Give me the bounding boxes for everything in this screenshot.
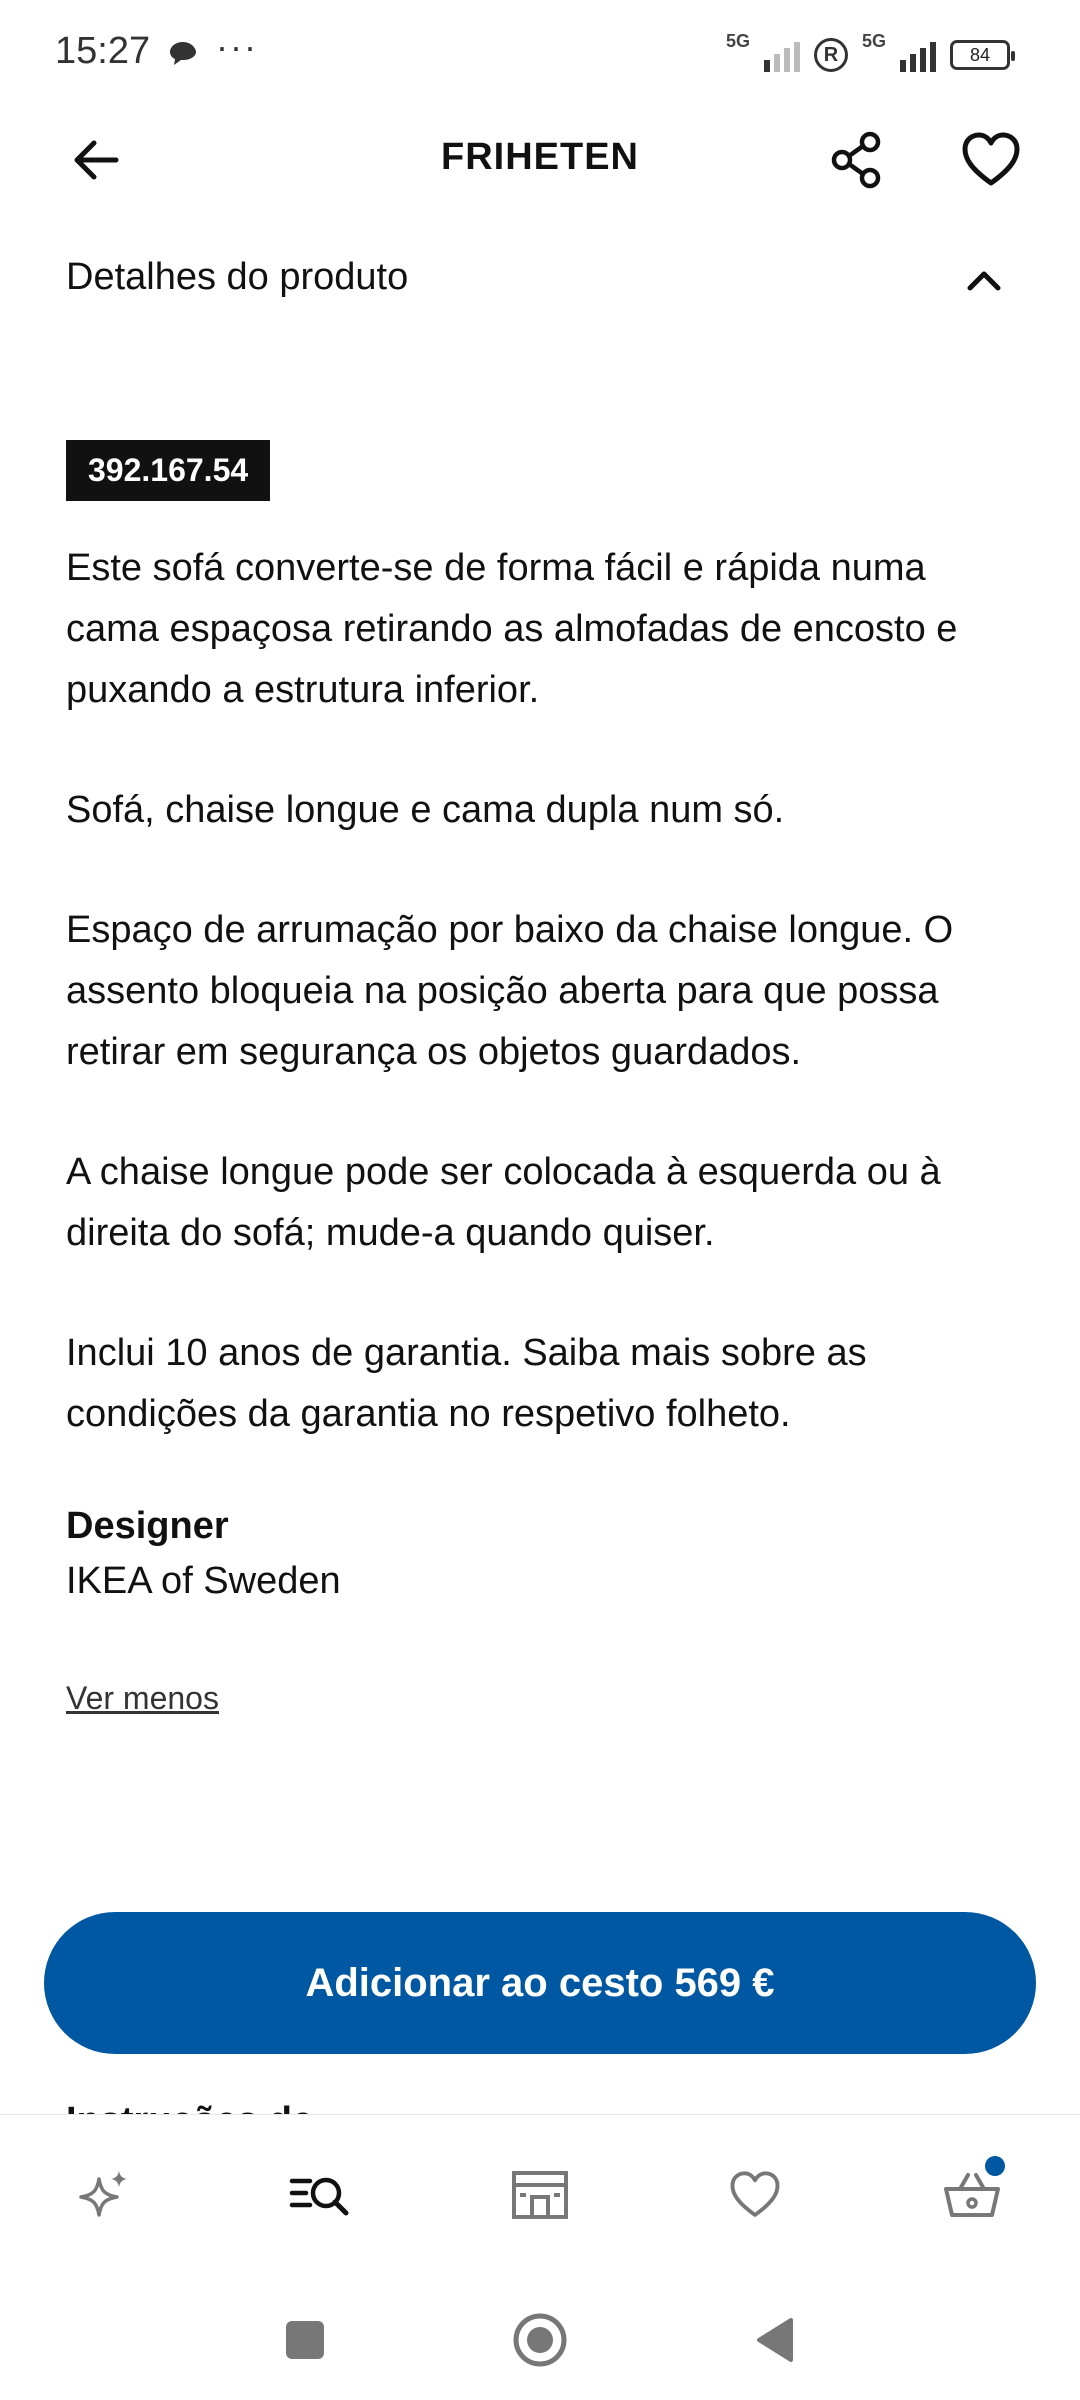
signal-bars-icon — [900, 38, 936, 72]
back-triangle-icon[interactable] — [740, 2310, 810, 2370]
sparkle-icon[interactable] — [70, 2160, 140, 2230]
system-nav-bar — [0, 2274, 1080, 2400]
article-number-badge: 392.167.54 — [66, 440, 271, 501]
message-bubble-icon — [168, 40, 198, 73]
network-type-label: 5G — [861, 30, 886, 51]
home-icon[interactable] — [505, 2310, 575, 2370]
description-paragraph: Este sofá converte-se de forma fácil e r… — [66, 547, 958, 711]
heart-icon[interactable] — [960, 130, 1022, 190]
search-list-icon[interactable] — [285, 2160, 355, 2230]
status-bar: 15:27 ··· 5G R 5G 84 — [0, 0, 1080, 110]
section-title: Detalhes do produto — [66, 256, 409, 298]
heart-icon[interactable] — [720, 2160, 790, 2230]
store-icon[interactable] — [505, 2160, 575, 2230]
app-header: FRIHETEN — [0, 110, 1080, 210]
add-to-cart-button[interactable]: Adicionar ao cesto 569 € — [44, 1912, 1036, 2054]
roaming-icon: R — [813, 38, 848, 72]
status-icons: 5G R 5G 84 — [725, 30, 1015, 80]
cart-notification-dot — [985, 2156, 1005, 2176]
more-dots-icon: ··· — [216, 26, 258, 67]
product-details-header[interactable]: Detalhes do produto — [66, 240, 1006, 320]
share-icon[interactable] — [828, 130, 888, 190]
network-type-label: 5G — [725, 30, 750, 51]
designer-label: Designer — [66, 1505, 229, 1547]
see-less-link[interactable]: Ver menos — [66, 1680, 219, 1717]
signal-bars-weak-icon — [763, 38, 800, 72]
description-paragraph: Espaço de arrumação por baixo da chaise … — [66, 909, 954, 1073]
chevron-up-icon[interactable] — [962, 260, 1006, 300]
battery-level: 84 — [969, 44, 991, 65]
page-title: FRIHETEN — [441, 136, 639, 178]
status-time: 15:27 — [55, 30, 151, 72]
description-paragraph: Sofá, chaise longue e cama dupla num só. — [66, 789, 785, 831]
basket-icon[interactable] — [937, 2156, 1007, 2230]
bottom-nav — [0, 2114, 1080, 2275]
description-paragraph: Inclui 10 anos de garantia. Saiba mais s… — [66, 1332, 867, 1435]
description-paragraph: A chaise longue pode ser colocada à esqu… — [66, 1151, 941, 1254]
recent-apps-icon[interactable] — [270, 2310, 340, 2370]
designer-value: IKEA of Sweden — [66, 1560, 341, 1602]
battery-icon: 84 — [950, 40, 1015, 70]
